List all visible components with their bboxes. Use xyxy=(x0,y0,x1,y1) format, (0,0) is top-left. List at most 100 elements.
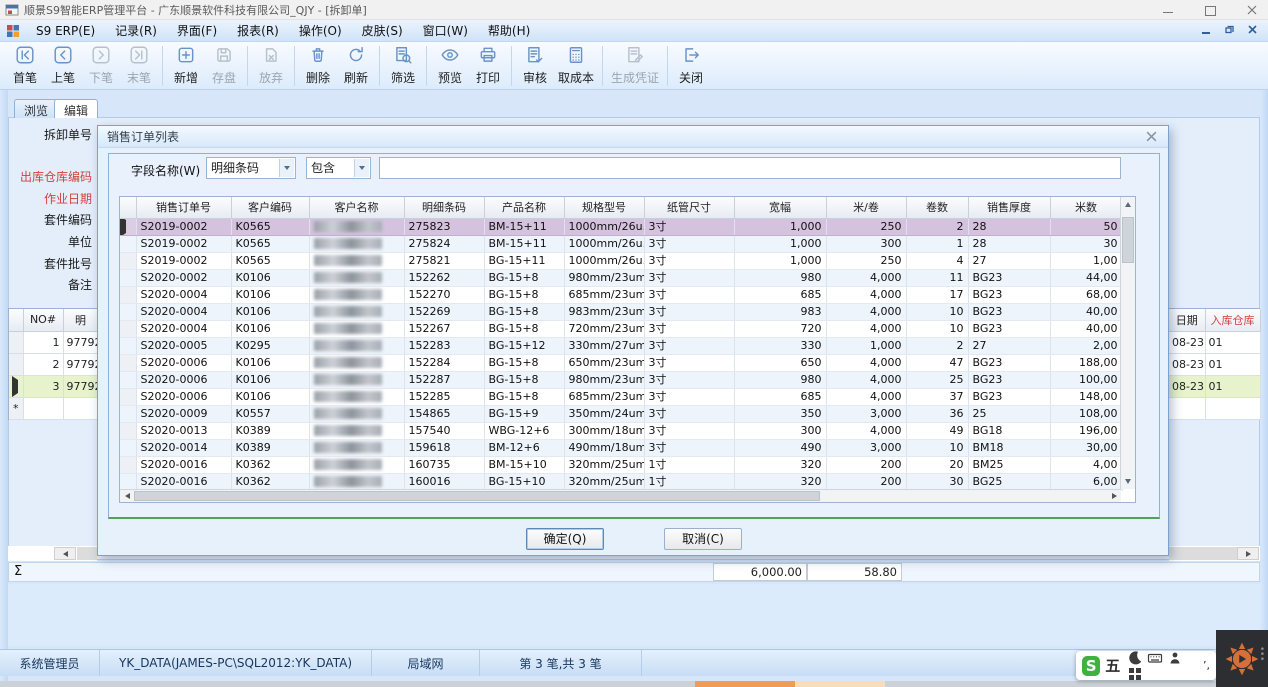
grid-cell[interactable]: 152283 xyxy=(404,337,484,354)
grid-cell[interactable]: 1,000 xyxy=(734,218,826,235)
drag-handle-icon[interactable]: ••• xyxy=(1260,648,1265,663)
column-header[interactable]: 米数 xyxy=(1050,197,1122,218)
grid-cell[interactable]: 275821 xyxy=(404,252,484,269)
grid-cell[interactable]: 330mm/27um... xyxy=(564,337,644,354)
grid-cell[interactable]: K0362 xyxy=(231,456,309,473)
sales-order-row[interactable]: S2019-0002K0565275824BM-15+111000mm/26u.… xyxy=(120,235,1122,252)
grid-cell[interactable]: 152262 xyxy=(404,269,484,286)
grid-cell[interactable]: 3寸 xyxy=(644,303,734,320)
grid-cell[interactable]: BG-15+8 xyxy=(484,388,564,405)
grid-cell[interactable]: S2019-0002 xyxy=(136,252,231,269)
grid-cell[interactable]: 980 xyxy=(734,371,826,388)
grid-cell[interactable]: 300 xyxy=(826,235,906,252)
grid-cell[interactable]: S2019-0002 xyxy=(136,218,231,235)
menu-item[interactable]: 报表(R) xyxy=(227,21,289,41)
grid-cell[interactable]: BG23 xyxy=(968,320,1050,337)
grid-cell[interactable]: K0106 xyxy=(231,269,309,286)
grid-cell[interactable]: BG-15+8 xyxy=(484,303,564,320)
grid-cell[interactable]: 27 xyxy=(968,337,1050,354)
grid-cell[interactable]: 3寸 xyxy=(644,371,734,388)
close-icon[interactable] xyxy=(1246,4,1258,16)
grid-cell[interactable]: BG25 xyxy=(968,473,1050,490)
grid-cell[interactable]: 4,000 xyxy=(826,422,906,439)
grid-cell[interactable]: 3寸 xyxy=(644,337,734,354)
customer-name-blurred[interactable] xyxy=(309,405,404,422)
grid-cell[interactable]: BG23 xyxy=(968,269,1050,286)
grid-cell[interactable]: 49 xyxy=(906,422,968,439)
table-row[interactable]: 297792 xyxy=(9,353,98,375)
scroll-left-icon[interactable] xyxy=(120,490,134,502)
grid-cell[interactable]: BG18 xyxy=(968,422,1050,439)
new-row[interactable]: * xyxy=(9,397,98,419)
sales-order-row[interactable]: S2020-0009K0557154865BG-15+9350mm/24um..… xyxy=(120,405,1122,422)
sales-order-row[interactable]: S2020-0006K0106152285BG-15+8685mm/23um..… xyxy=(120,388,1122,405)
grid-cell[interactable]: S2020-0002 xyxy=(136,269,231,286)
grid-cell[interactable]: 320mm/25um... xyxy=(564,456,644,473)
column-header[interactable]: 产品名称 xyxy=(484,197,564,218)
menu-item[interactable]: 操作(O) xyxy=(289,21,352,41)
grid-cell[interactable]: BG23 xyxy=(968,354,1050,371)
column-header[interactable]: NO# xyxy=(23,309,63,331)
sales-order-row[interactable]: S2020-0004K0106152267BG-15+8720mm/23um..… xyxy=(120,320,1122,337)
grid-cell[interactable]: BG-15+12 xyxy=(484,337,564,354)
menu-item[interactable]: S9 ERP(E) xyxy=(26,21,105,41)
app-corner-icon[interactable]: ••• xyxy=(1216,630,1268,687)
cancel-button[interactable]: 取消(C) xyxy=(664,528,742,550)
column-header[interactable]: 日期 xyxy=(1169,309,1205,331)
main-hscrollbar-right[interactable] xyxy=(1169,546,1260,561)
grid-cell[interactable]: 11 xyxy=(906,269,968,286)
grid-cell[interactable]: K0565 xyxy=(231,235,309,252)
column-header[interactable]: 明 xyxy=(63,309,98,331)
customer-name-blurred[interactable] xyxy=(309,422,404,439)
grid-cell[interactable]: S2020-0013 xyxy=(136,422,231,439)
grid-cell[interactable]: BM-15+10 xyxy=(484,456,564,473)
toolbox-icon[interactable] xyxy=(1127,666,1143,682)
grid-cell[interactable]: 3寸 xyxy=(644,439,734,456)
grid-cell[interactable]: BM-12+6 xyxy=(484,439,564,456)
taskbar-active-app[interactable] xyxy=(695,681,795,687)
sales-order-grid[interactable]: 销售订单号客户编码客户名称明细条码产品名称规格型号纸管尺寸宽幅米/卷卷数销售厚度… xyxy=(119,196,1136,503)
grid-cell[interactable]: 1000mm/26u... xyxy=(564,235,644,252)
mdi-minimize-icon[interactable] xyxy=(1201,24,1212,35)
grid-cell[interactable]: K0565 xyxy=(231,252,309,269)
grid-cell[interactable]: 4,00 xyxy=(1050,456,1122,473)
grid-cell[interactable]: 37 xyxy=(906,388,968,405)
grid-cell[interactable]: 47 xyxy=(906,354,968,371)
grid-cell[interactable]: 3寸 xyxy=(644,269,734,286)
main-hscrollbar-left[interactable] xyxy=(8,546,97,561)
grid-cell[interactable]: 10 xyxy=(906,320,968,337)
grid-cell[interactable]: K0389 xyxy=(231,422,309,439)
mdi-restore-icon[interactable] xyxy=(1224,24,1235,35)
barcode-cell[interactable]: 97792 xyxy=(63,331,98,353)
date-cell[interactable]: 08-23 xyxy=(1169,375,1205,397)
grid-cell[interactable]: 188,00 xyxy=(1050,354,1122,371)
grid-cell[interactable]: 3寸 xyxy=(644,354,734,371)
print-button[interactable]: 打印 xyxy=(469,44,507,88)
grid-cell[interactable]: S2020-0006 xyxy=(136,371,231,388)
grid-cell[interactable]: 320 xyxy=(734,473,826,490)
customer-name-blurred[interactable] xyxy=(309,320,404,337)
grid-cell[interactable]: 152284 xyxy=(404,354,484,371)
column-header[interactable]: 入库仓库 xyxy=(1205,309,1260,331)
vscroll-thumb[interactable] xyxy=(1122,217,1134,263)
grid-cell[interactable]: 152270 xyxy=(404,286,484,303)
grid-cell[interactable]: 720mm/23um... xyxy=(564,320,644,337)
sales-order-row[interactable]: S2020-0016K0362160735BM-15+10320mm/25um.… xyxy=(120,456,1122,473)
first-record-button[interactable]: 首笔 xyxy=(6,44,44,88)
grid-cell[interactable]: 1,00 xyxy=(1050,252,1122,269)
grid-cell[interactable]: 685 xyxy=(734,388,826,405)
scroll-left-icon[interactable] xyxy=(54,547,76,560)
add-button[interactable]: 新增 xyxy=(167,44,205,88)
grid-cell[interactable]: 36 xyxy=(906,405,968,422)
grid-cell[interactable]: K0106 xyxy=(231,354,309,371)
grid-cell[interactable]: 3寸 xyxy=(644,286,734,303)
grid-cell[interactable]: BG23 xyxy=(968,371,1050,388)
grid-cell[interactable]: 980 xyxy=(734,269,826,286)
grid-cell[interactable]: 1,000 xyxy=(826,337,906,354)
menu-item[interactable]: 帮助(H) xyxy=(478,21,540,41)
grid-cell[interactable]: 160016 xyxy=(404,473,484,490)
grid-cell[interactable]: BG23 xyxy=(968,286,1050,303)
close-form-button[interactable]: 关闭 xyxy=(672,44,710,88)
column-header[interactable]: 明细条码 xyxy=(404,197,484,218)
date-cell[interactable]: 08-23 xyxy=(1169,331,1205,353)
